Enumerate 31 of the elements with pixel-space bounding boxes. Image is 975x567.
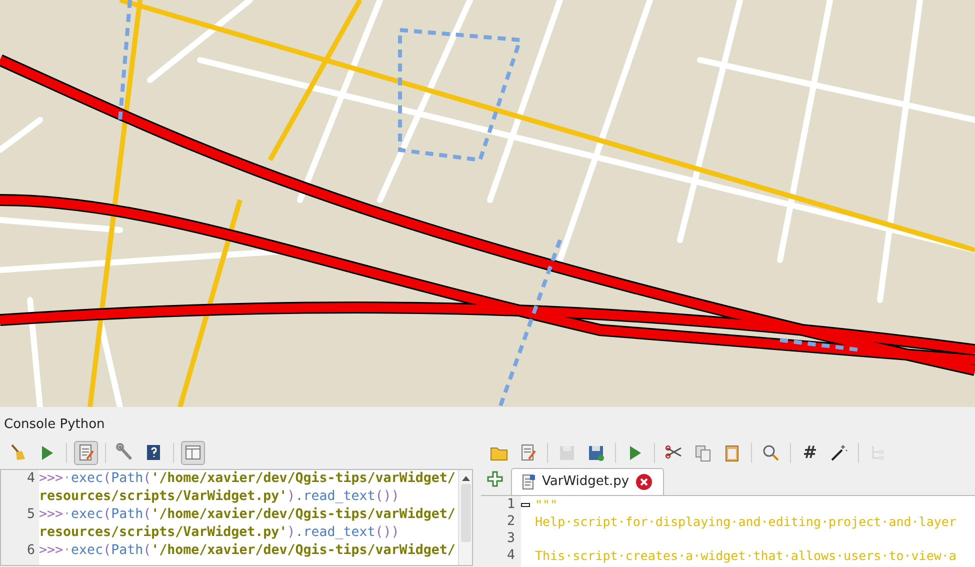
code-line: Help·script·for·displaying·and·editing·project·and·layer [535,513,958,530]
fold-marker-icon[interactable] [521,502,530,506]
window-button[interactable] [181,441,205,465]
line-number: 5 [26,506,35,524]
line-number: 3 [506,530,515,547]
wrench-icon [115,443,135,463]
panel-title: Console Python [3,416,106,434]
code-line: resources/scripts/VarWidget.py').read_text()) [39,488,400,506]
code-line: >>>·exec(Path('/home/xavier/dev/Qgis-tips/varWidget/ [39,506,456,524]
comment-button[interactable]: # [798,441,822,465]
python-file-icon [522,474,536,490]
add-tab-icon[interactable] [487,470,503,489]
code-line: This·script·creates·a·widget·that·allows·users·to·view·a [535,547,958,564]
code-editor[interactable]: 1 2 3 4 """ Help·script·for·displaying·and·editing·project·and·layer This·script·creates·a·widget·that·allows·users·to·view·a [481,496,975,567]
document-pencil-button[interactable] [74,441,98,465]
magnifier-icon [761,443,781,463]
copy-icon [693,443,713,463]
line-number: 1 [506,496,515,513]
code-line: >>>·exec(Path('/home/xavier/dev/Qgis-tips/varWidget/ [39,470,456,488]
scroll-up-icon[interactable] [460,474,470,482]
file-tab[interactable]: VarWidget.py [511,468,664,495]
code-line: resources/scripts/VarWidget.py').read_text()) [39,524,400,542]
line-number: 4 [506,547,515,564]
code-line: >>>·exec(Path('/home/xavier/dev/Qgis-tips/varWidget/ [39,542,456,560]
scrollbar[interactable] [458,470,472,565]
magic-wand-icon [829,443,849,463]
line-number: 6 [26,542,35,560]
line-number: 4 [26,470,35,488]
code-line: """ [535,496,559,513]
line-number: 2 [506,513,515,530]
close-icon[interactable] [635,473,654,491]
